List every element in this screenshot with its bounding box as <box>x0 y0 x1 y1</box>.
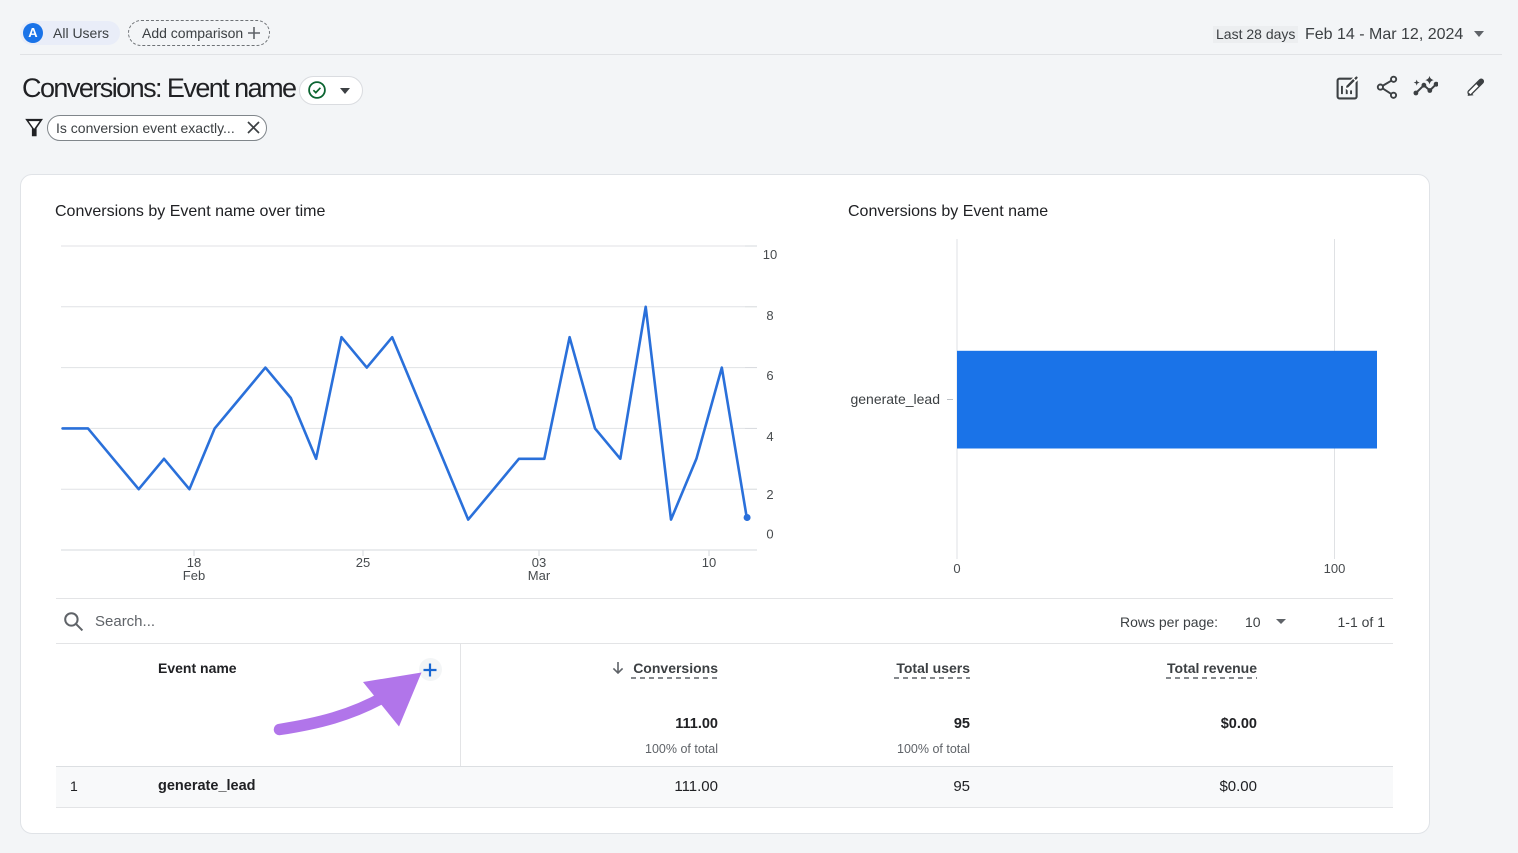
svg-text:100: 100 <box>1324 561 1346 576</box>
svg-text:0: 0 <box>766 527 773 542</box>
svg-text:0: 0 <box>953 561 960 576</box>
svg-text:2: 2 <box>766 487 773 502</box>
svg-text:Feb: Feb <box>183 568 205 583</box>
svg-text:10: 10 <box>763 247 777 262</box>
svg-text:4: 4 <box>766 429 773 444</box>
svg-text:25: 25 <box>356 555 370 570</box>
svg-text:generate_lead: generate_lead <box>850 391 940 407</box>
svg-text:6: 6 <box>766 368 773 383</box>
svg-text:Mar: Mar <box>528 568 551 583</box>
svg-text:10: 10 <box>702 555 716 570</box>
svg-text:8: 8 <box>766 308 773 323</box>
